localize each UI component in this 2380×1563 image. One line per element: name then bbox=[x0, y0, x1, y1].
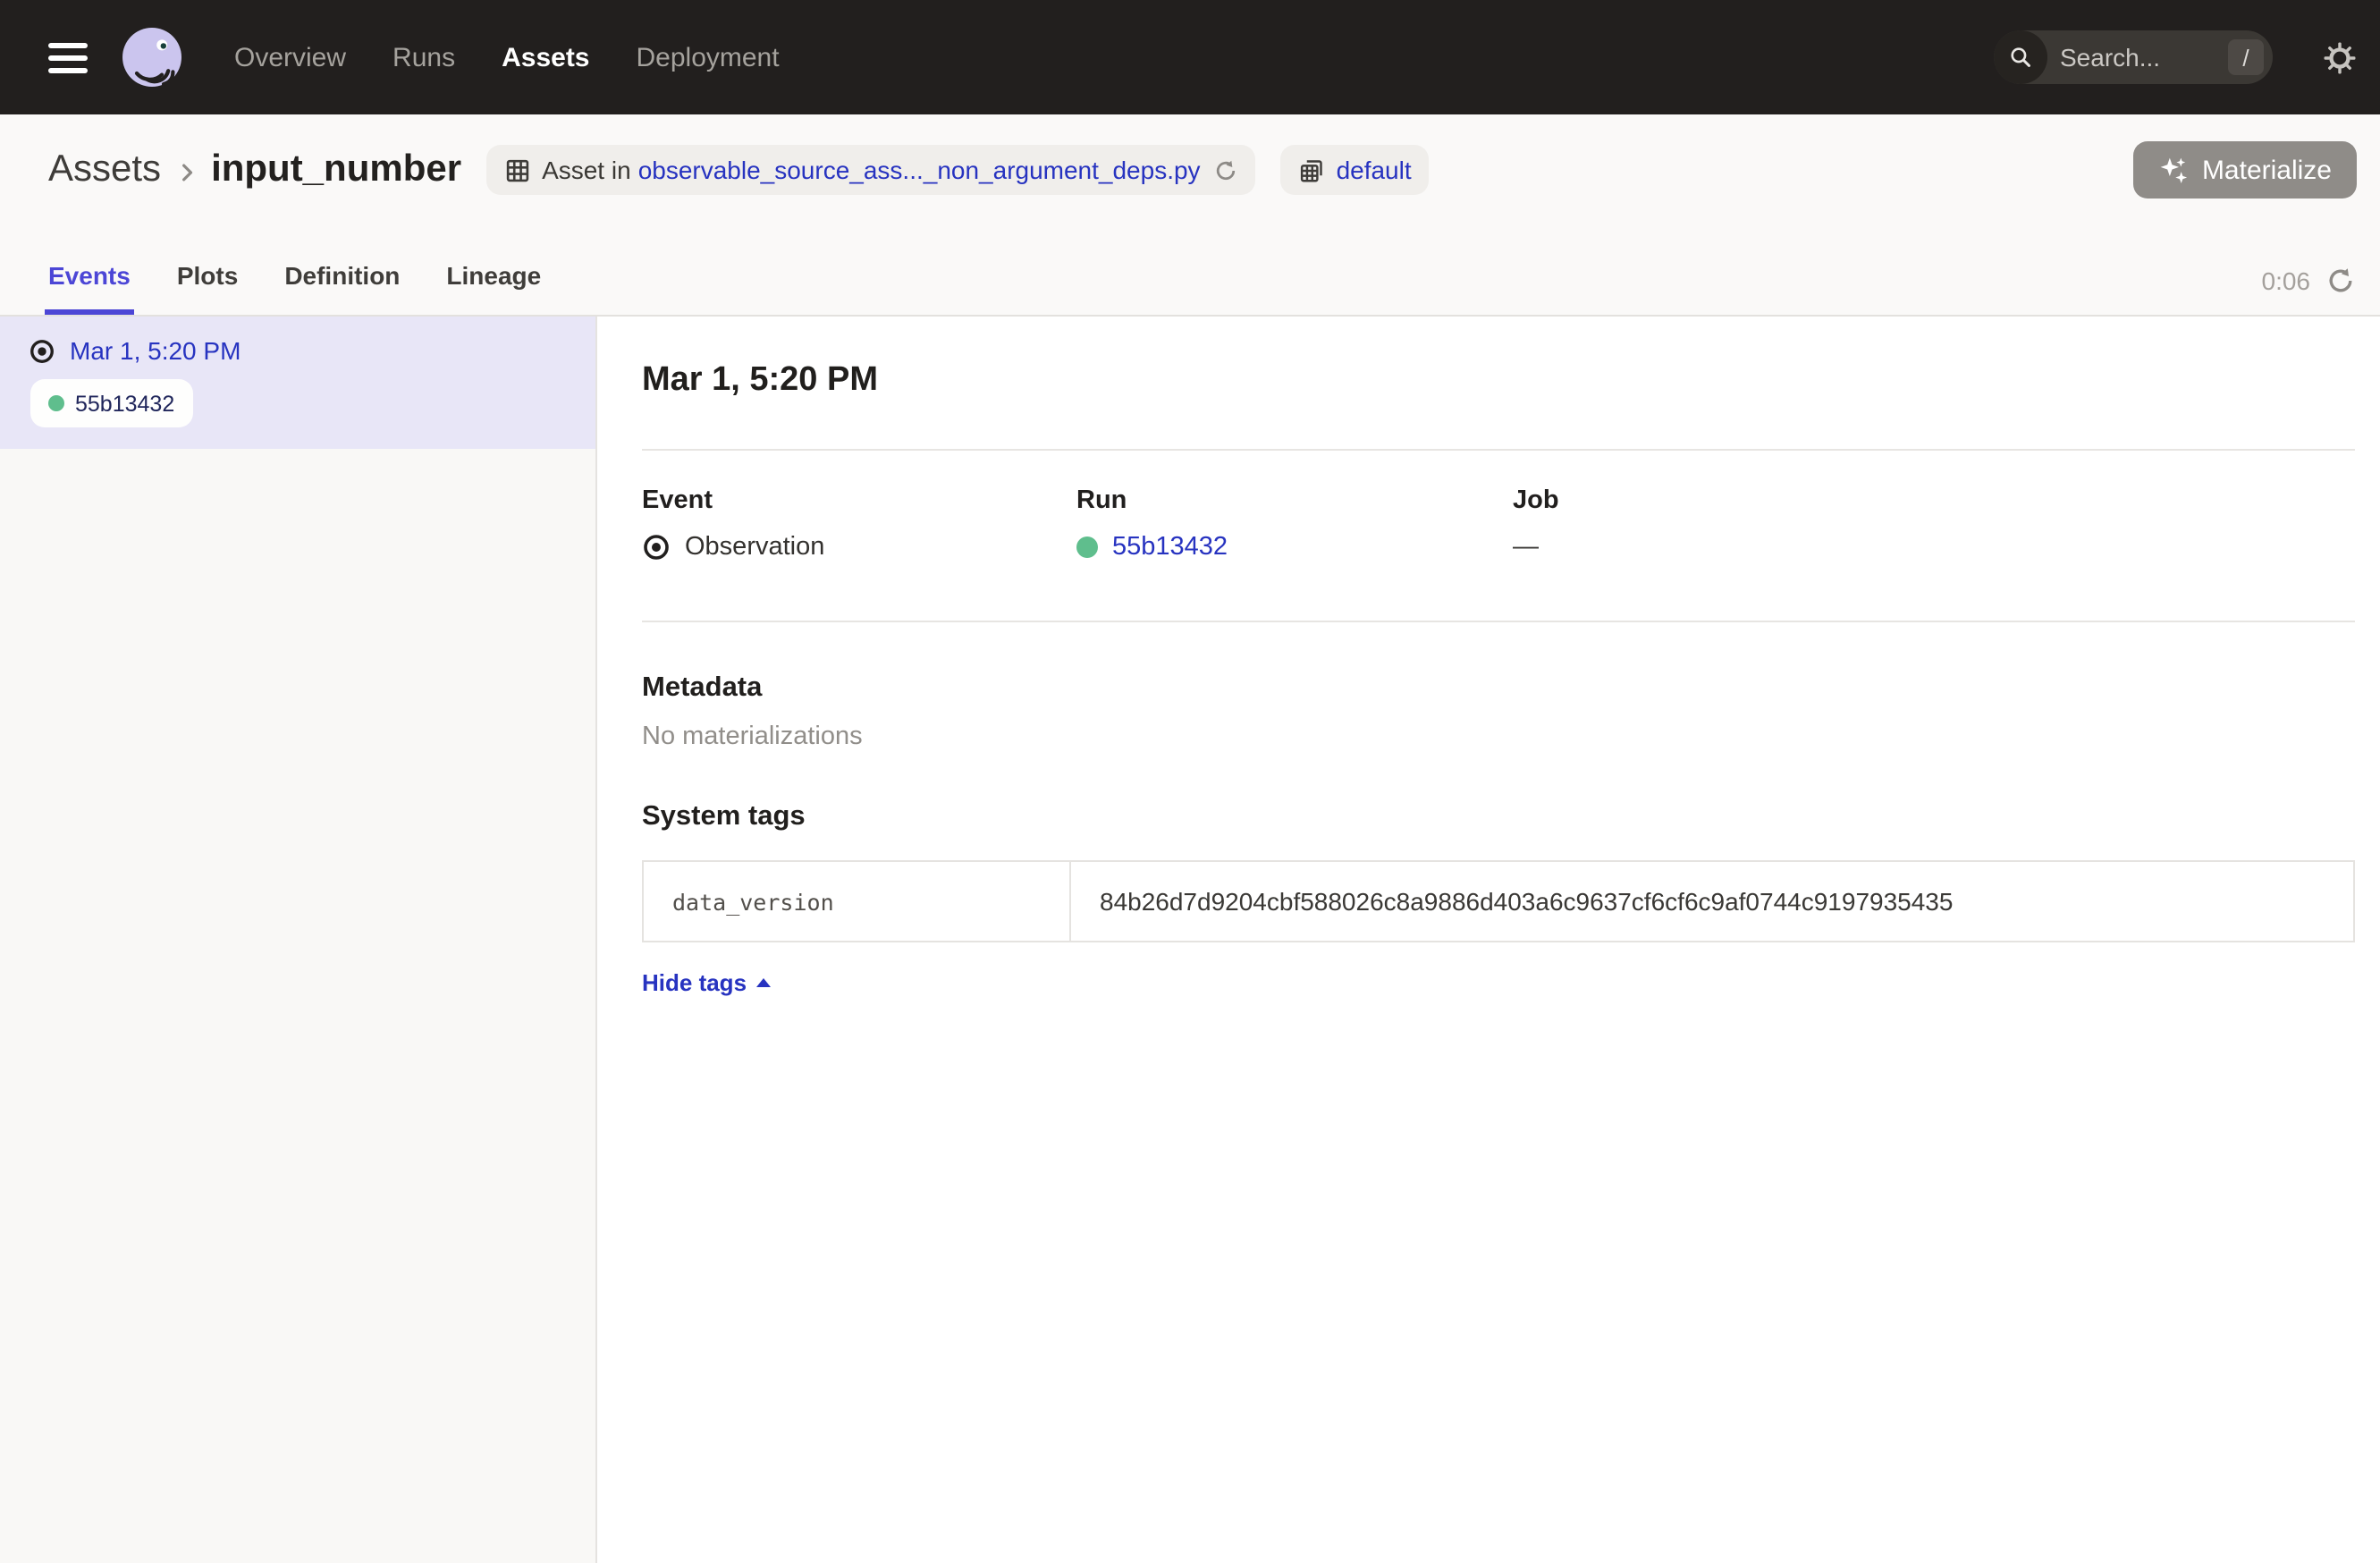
asset-definition-chip: Asset in observable_source_ass..._non_ar… bbox=[486, 145, 1256, 195]
caret-up-icon bbox=[755, 978, 770, 987]
primary-nav: Overview Runs Assets Deployment bbox=[234, 42, 780, 72]
run-id-link[interactable]: 55b13432 bbox=[1112, 533, 1228, 562]
events-sidebar: Mar 1, 5:20 PM 55b13432 bbox=[0, 317, 597, 1563]
system-tags-heading: System tags bbox=[642, 801, 2355, 833]
run-tag[interactable]: 55b13432 bbox=[30, 379, 192, 427]
repo-layers-icon bbox=[1299, 156, 1326, 183]
tab-events[interactable]: Events bbox=[45, 261, 134, 315]
asset-file-link[interactable]: observable_source_ass..._non_argument_de… bbox=[638, 156, 1201, 184]
job-column: Job — bbox=[1513, 486, 2355, 562]
search-icon bbox=[1994, 30, 2047, 84]
menu-icon[interactable] bbox=[48, 42, 88, 72]
nav-item-deployment[interactable]: Deployment bbox=[637, 42, 780, 72]
content-area: Mar 1, 5:20 PM 55b13432 Mar 1, 5:20 PM E… bbox=[0, 317, 2380, 1563]
system-tags-table: data_version 84b26d7d9204cbf588026c8a988… bbox=[642, 860, 2355, 942]
run-status-dot bbox=[48, 395, 64, 411]
tab-definition[interactable]: Definition bbox=[281, 261, 403, 315]
metadata-heading: Metadata bbox=[642, 672, 2355, 705]
nav-item-overview[interactable]: Overview bbox=[234, 42, 346, 72]
materialize-label: Materialize bbox=[2202, 155, 2332, 185]
hide-tags-link[interactable]: Hide tags bbox=[642, 969, 770, 996]
tab-lineage[interactable]: Lineage bbox=[443, 261, 544, 315]
hide-tags-label: Hide tags bbox=[642, 969, 747, 996]
divider bbox=[642, 621, 2355, 622]
observation-eye-icon bbox=[29, 337, 55, 364]
event-timestamp-link[interactable]: Mar 1, 5:20 PM bbox=[70, 336, 241, 365]
nav-item-runs[interactable]: Runs bbox=[392, 42, 455, 72]
tag-value-cell: 84b26d7d9204cbf588026c8a9886d403a6c9637c… bbox=[1071, 862, 2353, 941]
auto-refresh-control: 0:06 bbox=[2262, 266, 2356, 315]
repo-chip: default bbox=[1281, 145, 1430, 195]
run-status-dot bbox=[1076, 536, 1098, 558]
repo-default-link[interactable]: default bbox=[1337, 156, 1412, 184]
sparkle-icon bbox=[2159, 155, 2190, 185]
breadcrumb-assets-link[interactable]: Assets bbox=[48, 148, 161, 191]
run-id-label: 55b13432 bbox=[75, 391, 174, 416]
asset-chip-prefix: Asset in bbox=[542, 156, 631, 184]
materialize-button[interactable]: Materialize bbox=[2134, 141, 2357, 199]
search-shortcut-badge: / bbox=[2228, 39, 2264, 75]
tab-plots[interactable]: Plots bbox=[173, 261, 241, 315]
event-type-value: Observation bbox=[685, 533, 824, 562]
search-field[interactable] bbox=[2060, 43, 2228, 72]
metadata-empty-text: No materializations bbox=[642, 722, 2355, 751]
dagster-logo[interactable] bbox=[116, 21, 188, 93]
event-detail-panel: Mar 1, 5:20 PM Event Observation Run 55b… bbox=[597, 317, 2380, 1563]
event-column: Event Observation bbox=[642, 486, 1076, 562]
dagster-app: Overview Runs Assets Deployment / bbox=[0, 0, 2380, 1563]
asset-grid-icon bbox=[504, 156, 531, 183]
job-empty-value: — bbox=[1513, 533, 1539, 562]
settings-gear-icon[interactable] bbox=[2323, 40, 2357, 74]
run-column: Run 55b13432 bbox=[1076, 486, 1513, 562]
refresh-countdown: 0:06 bbox=[2262, 266, 2311, 295]
event-detail-title: Mar 1, 5:20 PM bbox=[642, 361, 2355, 401]
page-header: Assets input_number Asset in observable_… bbox=[0, 114, 2380, 317]
tab-bar: Events Plots Definition Lineage 0:06 bbox=[0, 199, 2380, 315]
breadcrumb: Assets input_number Asset in observable_… bbox=[0, 114, 2380, 199]
run-column-header: Run bbox=[1076, 486, 1513, 515]
tag-key-cell: data_version bbox=[644, 862, 1071, 941]
chevron-right-icon bbox=[173, 158, 200, 185]
job-column-header: Job bbox=[1513, 486, 2355, 515]
event-column-header: Event bbox=[642, 486, 1076, 515]
page-title: input_number bbox=[211, 148, 461, 191]
reload-definition-icon[interactable] bbox=[1215, 158, 1238, 182]
top-navbar: Overview Runs Assets Deployment / bbox=[0, 0, 2380, 114]
refresh-icon[interactable] bbox=[2326, 266, 2355, 295]
event-list-item[interactable]: Mar 1, 5:20 PM 55b13432 bbox=[0, 317, 595, 449]
nav-item-assets[interactable]: Assets bbox=[502, 42, 589, 72]
octopus-logo-icon bbox=[116, 21, 188, 93]
observation-eye-icon bbox=[642, 533, 671, 562]
divider bbox=[642, 449, 2355, 451]
event-summary-columns: Event Observation Run 55b13432 Job — bbox=[642, 486, 2355, 562]
search-input[interactable]: / bbox=[1994, 30, 2273, 84]
